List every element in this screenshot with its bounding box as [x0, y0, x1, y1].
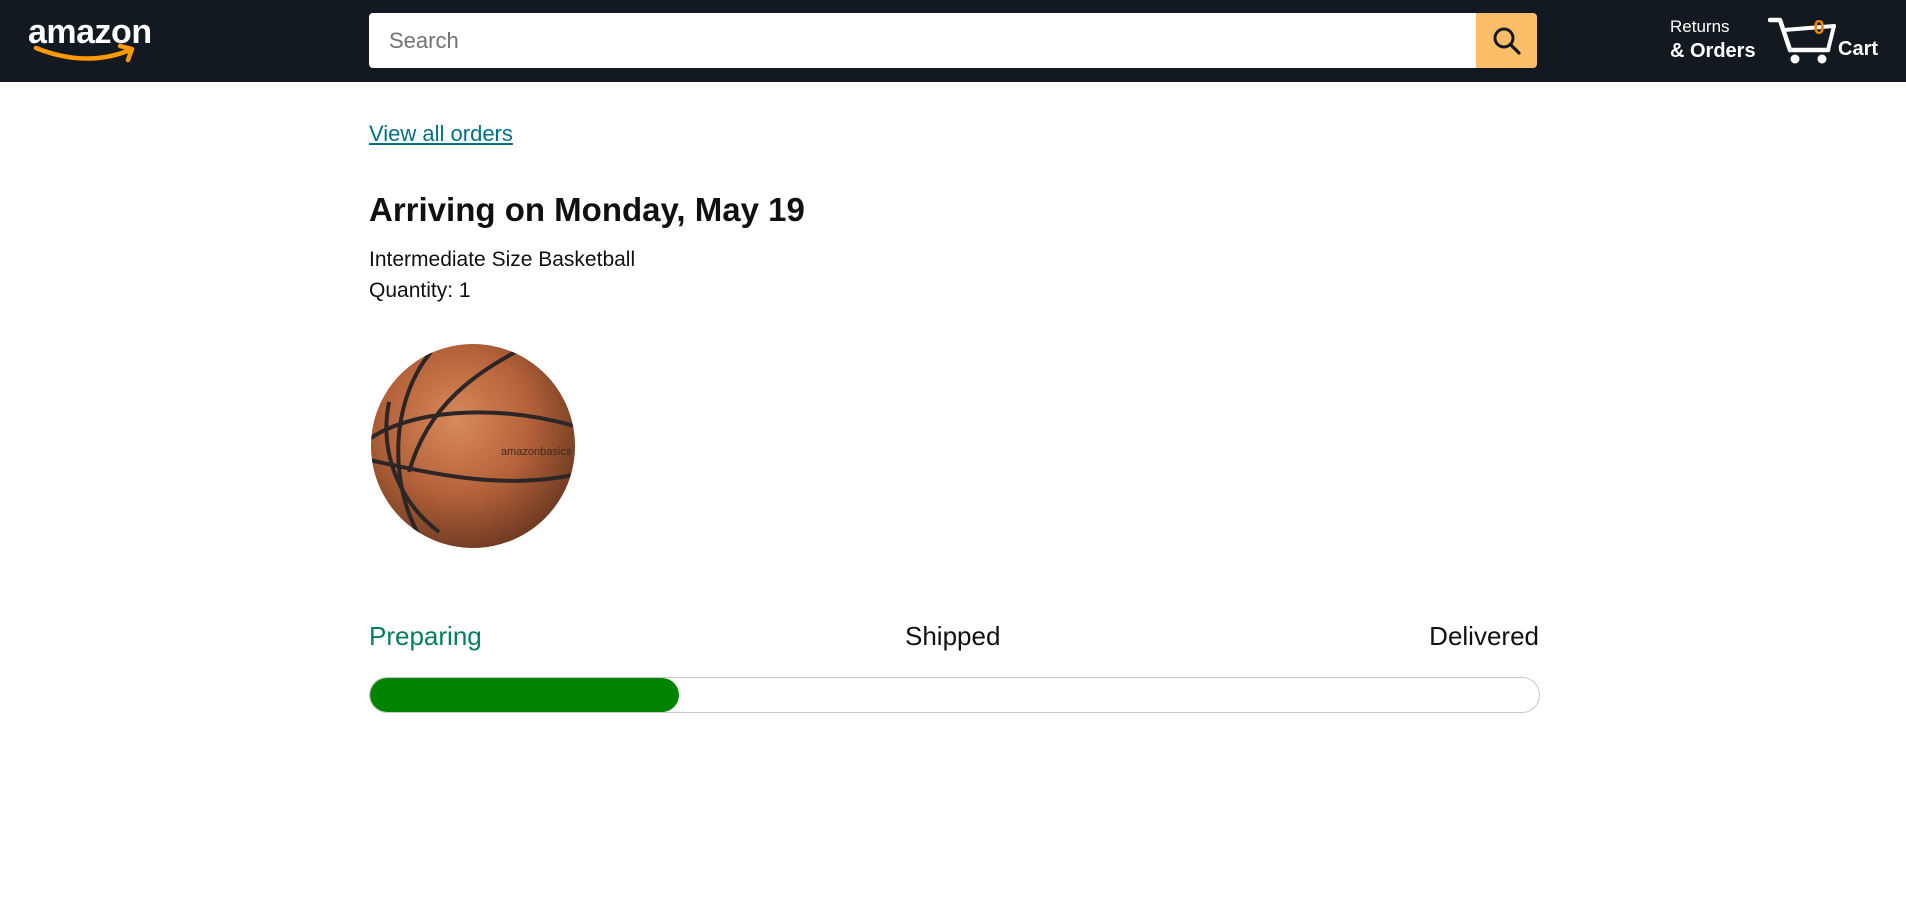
stage-delivered: Delivered: [1429, 621, 1539, 651]
shipment-stages: Preparing Shipped Delivered: [369, 620, 1539, 654]
amazon-logo[interactable]: amazon: [26, 12, 168, 66]
arrival-heading: Arriving on Monday, May 19: [369, 191, 805, 228]
returns-label: Returns: [1670, 17, 1730, 36]
search-button[interactable]: [1476, 13, 1537, 68]
stage-preparing: Preparing: [369, 621, 482, 651]
view-all-orders-link[interactable]: View all orders: [369, 121, 513, 147]
amazon-smile-arrow-icon: [33, 43, 135, 63]
product-quantity: Quantity: 1: [369, 279, 471, 302]
orders-label: & Orders: [1670, 40, 1756, 62]
cart-label: Cart: [1838, 38, 1879, 60]
stage-shipped: Shipped: [905, 621, 1001, 651]
cart-button[interactable]: 0 Cart: [1768, 12, 1886, 68]
search-bar: [369, 13, 1537, 68]
shipment-progress-bar: [369, 677, 1540, 713]
search-icon: [1493, 27, 1521, 55]
cart-count-badge: 0: [1813, 17, 1825, 39]
product-name: Intermediate Size Basketball: [369, 248, 636, 271]
ball-brand-text: amazonbasics: [501, 446, 572, 458]
shipment-progress-fill: [370, 678, 679, 712]
search-input[interactable]: [369, 13, 1476, 68]
top-navigation-bar: amazon Returns & Orders 0 Cart: [0, 0, 1906, 82]
returns-and-orders-link[interactable]: Returns & Orders: [1670, 16, 1756, 64]
basketball-product-image[interactable]: amazonbasics: [369, 342, 577, 550]
